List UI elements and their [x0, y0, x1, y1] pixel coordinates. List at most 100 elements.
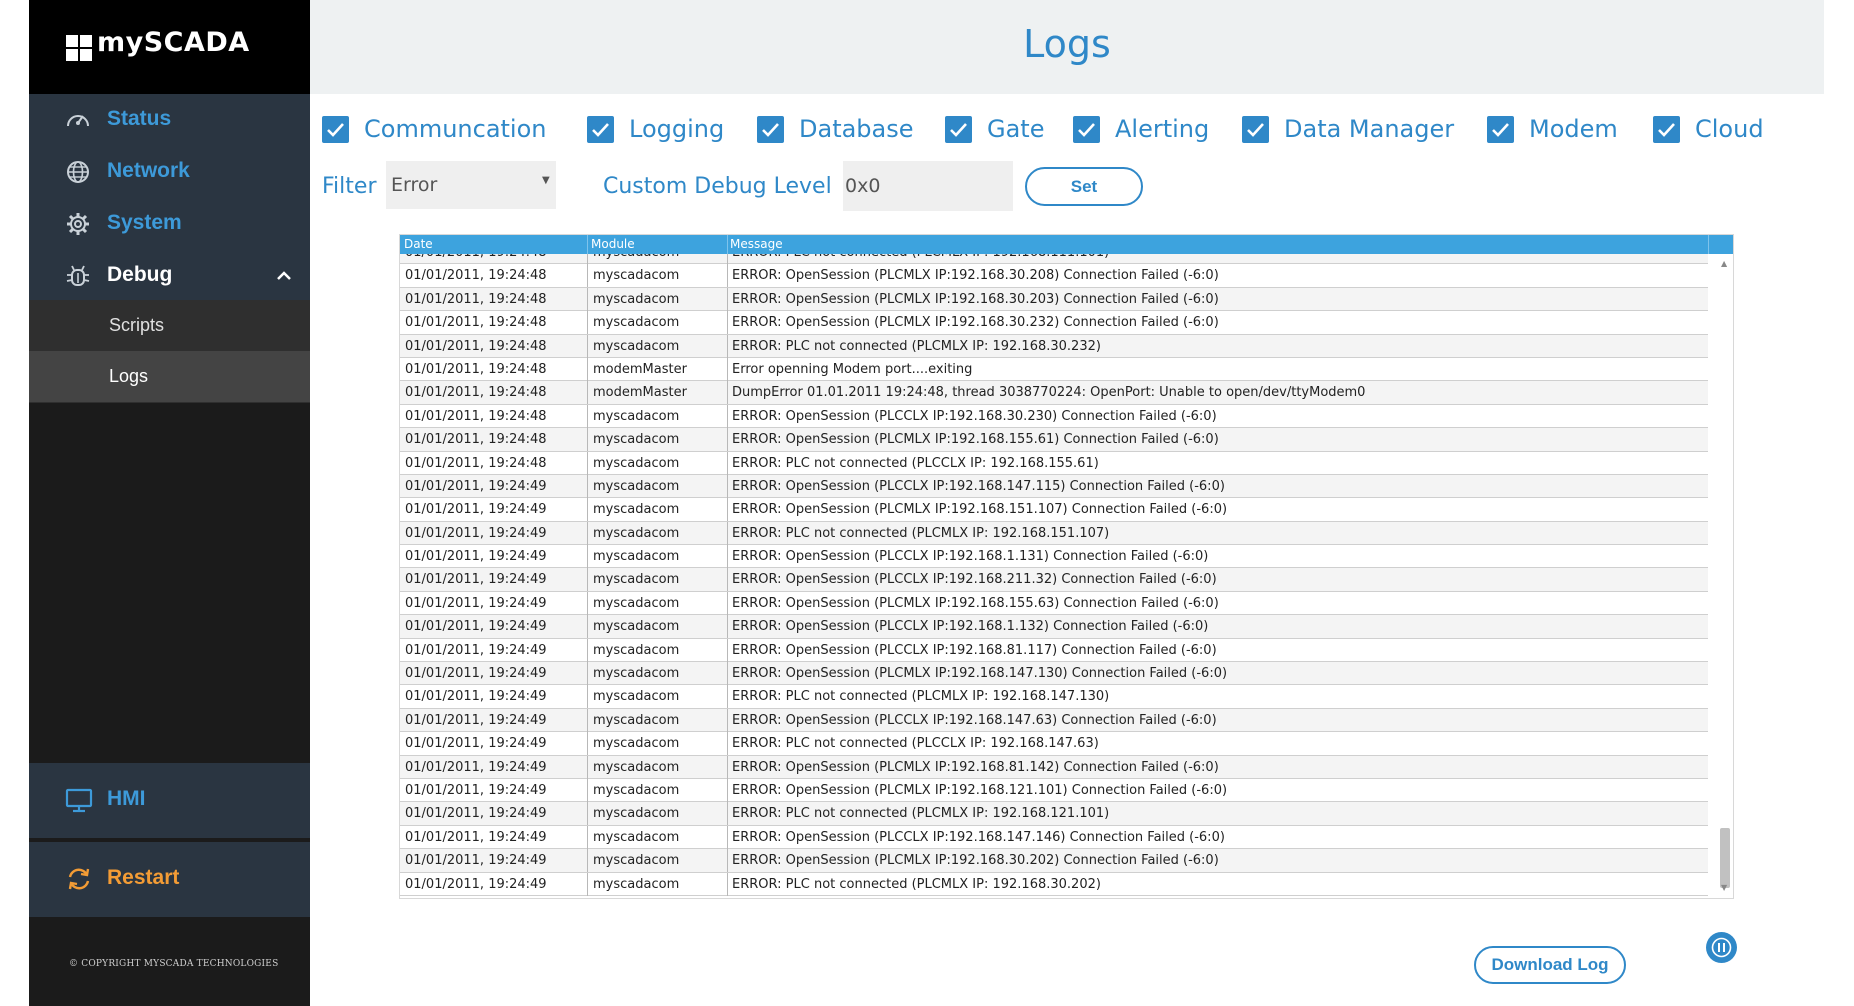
sidebar-item-system[interactable]: System — [29, 198, 310, 250]
log-date-cell: 01/01/2011, 19:24:49 — [405, 642, 547, 658]
restart-label: Restart — [107, 866, 180, 889]
log-module-cell: myscadacom — [593, 254, 679, 260]
log-date-cell: 01/01/2011, 19:24:48 — [405, 408, 547, 424]
column-divider — [587, 521, 588, 545]
filter-selected-value: Error — [391, 174, 438, 196]
column-divider — [587, 872, 588, 896]
sidebar-subitem-logs[interactable]: Logs — [29, 351, 310, 402]
table-row[interactable]: 01/01/2011, 19:24:48 myscadacom ERROR: PLC… — [400, 334, 1708, 358]
table-row[interactable]: 01/01/2011, 19:24:49 myscadacom ERROR: Ope… — [400, 755, 1708, 779]
column-divider — [587, 451, 588, 475]
log-table-body[interactable]: 01/01/2011, 19:24:48 myscadacom ERROR: PLC… — [400, 254, 1708, 898]
pause-button[interactable] — [1706, 932, 1737, 963]
table-row[interactable]: 01/01/2011, 19:24:49 myscadacom ERROR: PLC… — [400, 685, 1708, 709]
log-date-cell: 01/01/2011, 19:24:49 — [405, 502, 547, 518]
table-row[interactable]: 01/01/2011, 19:24:49 myscadacom ERROR: Ope… — [400, 849, 1708, 873]
table-row[interactable]: 01/01/2011, 19:24:48 myscadacom ERROR: Ope… — [400, 404, 1708, 429]
checkbox-label: Logging — [629, 115, 725, 143]
column-header-message[interactable]: Message — [730, 237, 783, 251]
sidebar-subitem-scripts[interactable]: Scripts — [29, 300, 310, 351]
table-row[interactable]: 01/01/2011, 19:24:48 myscadacom ERROR: Ope… — [400, 311, 1708, 335]
column-divider — [587, 404, 588, 428]
table-row[interactable]: 01/01/2011, 19:24:49 myscadacom ERROR: Ope… — [400, 778, 1708, 803]
chevron-up-icon[interactable] — [275, 267, 293, 285]
download-log-button[interactable]: Download Log — [1474, 946, 1626, 984]
table-row[interactable]: 01/01/2011, 19:24:49 myscadacom ERROR: Ope… — [400, 498, 1708, 522]
log-date-cell: 01/01/2011, 19:24:48 — [405, 455, 547, 471]
log-message-cell: ERROR: OpenSession (PLCMLX IP:192.168.15… — [732, 432, 1219, 448]
hmi-label: HMI — [107, 787, 146, 810]
table-row[interactable]: 01/01/2011, 19:24:49 myscadacom ERROR: Ope… — [400, 568, 1708, 592]
column-divider — [727, 545, 728, 569]
debug-level-input[interactable] — [843, 161, 1013, 211]
column-header-module[interactable]: Module — [591, 237, 635, 251]
column-divider — [587, 498, 588, 522]
table-row[interactable]: 01/01/2011, 19:24:49 myscadacom ERROR: PLC… — [400, 872, 1708, 896]
log-module-cell: myscadacom — [593, 666, 680, 682]
column-divider — [727, 615, 728, 639]
pause-icon — [1711, 937, 1732, 958]
log-message-cell: ERROR: OpenSession (PLCCLX IP:192.168.21… — [732, 572, 1217, 588]
sidebar-item-label: Status — [107, 107, 172, 130]
restart-button[interactable]: Restart — [29, 842, 310, 917]
checkbox-label: Cloud — [1695, 115, 1764, 143]
scroll-up-icon[interactable]: ▲ — [1721, 259, 1727, 268]
scroll-down-icon[interactable]: ▼ — [1721, 883, 1727, 892]
filter-select[interactable]: Error ▼ — [386, 161, 556, 209]
checkbox-checked-icon — [1653, 116, 1680, 143]
table-row[interactable]: 01/01/2011, 19:24:49 myscadacom ERROR: PLC… — [400, 732, 1708, 756]
log-module-cell: myscadacom — [593, 525, 680, 541]
log-date-cell: 01/01/2011, 19:24:48 — [405, 385, 547, 401]
log-module-cell: myscadacom — [593, 432, 680, 448]
hmi-button[interactable]: HMI — [29, 763, 310, 838]
sidebar-subitem-label: Scripts — [109, 315, 165, 335]
table-row[interactable]: 01/01/2011, 19:24:49 myscadacom ERROR: Ope… — [400, 474, 1708, 499]
log-module-cell: myscadacom — [593, 759, 680, 775]
table-row[interactable]: 01/01/2011, 19:24:49 myscadacom ERROR: PLC… — [400, 802, 1708, 826]
checkbox-checked-icon — [1487, 116, 1514, 143]
table-row[interactable]: 01/01/2011, 19:24:49 myscadacom ERROR: PLC… — [400, 521, 1708, 546]
log-date-cell: 01/01/2011, 19:24:49 — [405, 806, 547, 822]
log-module-cell: myscadacom — [593, 408, 680, 424]
debug-submenu: Scripts Logs — [29, 300, 310, 403]
column-divider — [727, 428, 728, 452]
table-row[interactable]: 01/01/2011, 19:24:49 myscadacom ERROR: Ope… — [400, 545, 1708, 569]
sidebar-item-network[interactable]: Network — [29, 146, 310, 198]
log-module-cell: myscadacom — [593, 712, 680, 728]
table-row[interactable]: 01/01/2011, 19:24:48 myscadacom ERROR: PLC… — [400, 451, 1708, 475]
table-row[interactable]: 01/01/2011, 19:24:49 myscadacom ERROR: Ope… — [400, 615, 1708, 639]
column-divider — [727, 778, 728, 802]
table-row[interactable]: 01/01/2011, 19:24:48 modemMaster Error ope… — [400, 357, 1708, 382]
table-row[interactable]: 01/01/2011, 19:24:48 myscadacom ERROR: Ope… — [400, 428, 1708, 452]
table-row[interactable]: 01/01/2011, 19:24:49 myscadacom ERROR: Ope… — [400, 638, 1708, 663]
scrollbar-thumb[interactable] — [1720, 828, 1730, 888]
table-row[interactable]: 01/01/2011, 19:24:48 myscadacom ERROR: Ope… — [400, 264, 1708, 288]
column-divider — [587, 662, 588, 686]
table-row[interactable]: 01/01/2011, 19:24:48 myscadacom ERROR: Ope… — [400, 287, 1708, 312]
log-message-cell: ERROR: PLC not connected (PLCCLX IP: 192… — [732, 455, 1099, 471]
sidebar-item-debug[interactable]: Debug — [29, 250, 310, 302]
log-date-cell: 01/01/2011, 19:24:49 — [405, 619, 547, 635]
table-row[interactable]: 01/01/2011, 19:24:49 myscadacom ERROR: Ope… — [400, 662, 1708, 686]
column-header-date[interactable]: Date — [404, 237, 433, 251]
set-button[interactable]: Set — [1025, 167, 1143, 206]
log-module-cell: myscadacom — [593, 689, 680, 705]
table-row[interactable]: 01/01/2011, 19:24:49 myscadacom ERROR: Ope… — [400, 708, 1708, 733]
log-scrollbar[interactable]: ▲ ▼ — [1717, 254, 1733, 898]
table-row[interactable]: 01/01/2011, 19:24:49 myscadacom ERROR: Ope… — [400, 591, 1708, 616]
sidebar-item-status[interactable]: Status — [29, 94, 310, 146]
table-row[interactable]: 01/01/2011, 19:24:48 myscadacom ERROR: PLC… — [400, 254, 1708, 265]
column-divider — [727, 662, 728, 686]
table-row[interactable]: 01/01/2011, 19:24:49 myscadacom ERROR: Ope… — [400, 825, 1708, 850]
log-module-cell: myscadacom — [593, 572, 680, 588]
table-row[interactable]: 01/01/2011, 19:24:48 modemMaster DumpError… — [400, 381, 1708, 405]
checkbox-checked-icon — [1242, 116, 1269, 143]
gear-icon — [67, 213, 89, 235]
column-divider — [587, 755, 588, 779]
log-message-cell: ERROR: OpenSession (PLCMLX IP:192.168.30… — [732, 853, 1219, 869]
log-module-cell: modemMaster — [593, 385, 687, 401]
log-module-cell: myscadacom — [593, 619, 680, 635]
log-message-cell: ERROR: OpenSession (PLCMLX IP:192.168.30… — [732, 315, 1219, 331]
log-module-cell: myscadacom — [593, 642, 680, 658]
logo[interactable]: mySCADA — [29, 0, 310, 94]
